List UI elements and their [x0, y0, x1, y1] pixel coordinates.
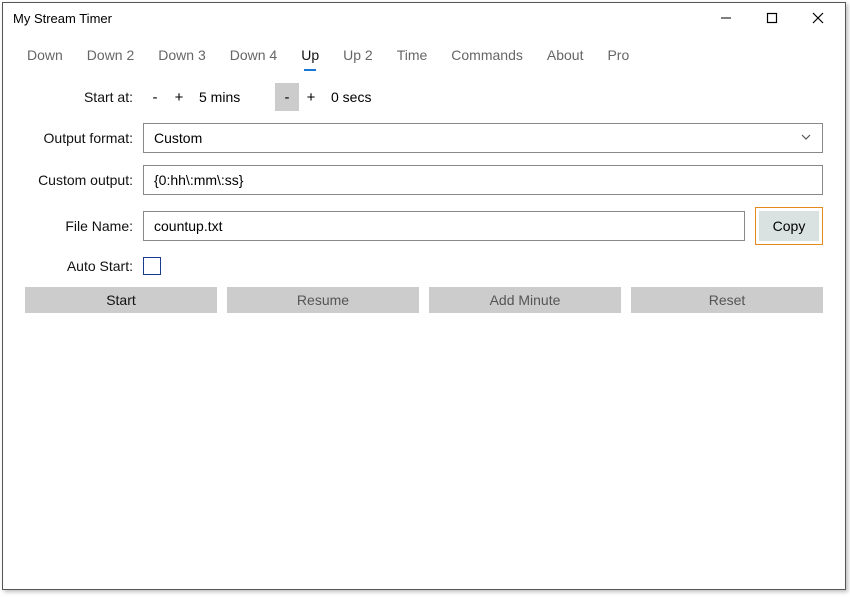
- file-name-row: File Name: Copy: [25, 207, 823, 245]
- maximize-button[interactable]: [749, 3, 795, 33]
- start-button[interactable]: Start: [25, 287, 217, 313]
- tab-up-2[interactable]: Up 2: [331, 39, 385, 73]
- reset-button[interactable]: Reset: [631, 287, 823, 313]
- resume-button[interactable]: Resume: [227, 287, 419, 313]
- tab-time[interactable]: Time: [385, 39, 440, 73]
- chevron-down-icon: [800, 130, 812, 146]
- mins-value: 5 mins: [191, 89, 261, 105]
- add-minute-button[interactable]: Add Minute: [429, 287, 621, 313]
- tab-down-4[interactable]: Down 4: [218, 39, 289, 73]
- start-at-label: Start at:: [25, 89, 143, 105]
- minimize-button[interactable]: [703, 3, 749, 33]
- action-row: Start Resume Add Minute Reset: [25, 287, 823, 313]
- copy-button[interactable]: Copy: [759, 211, 819, 241]
- auto-start-label: Auto Start:: [25, 258, 143, 274]
- custom-output-input[interactable]: [143, 165, 823, 195]
- copy-highlight: Copy: [755, 207, 823, 245]
- tab-pro[interactable]: Pro: [595, 39, 641, 73]
- custom-output-row: Custom output:: [25, 165, 823, 195]
- titlebar: My Stream Timer: [3, 3, 845, 33]
- window-title: My Stream Timer: [13, 11, 703, 26]
- file-name-input[interactable]: [143, 211, 745, 241]
- secs-value: 0 secs: [323, 89, 393, 105]
- tab-down-2[interactable]: Down 2: [75, 39, 146, 73]
- mins-plus-button[interactable]: +: [167, 83, 191, 111]
- close-button[interactable]: [795, 3, 841, 33]
- output-format-row: Output format: Custom: [25, 123, 823, 153]
- output-format-select[interactable]: Custom: [143, 123, 823, 153]
- tab-content: Start at: - + 5 mins - + 0 secs Output f…: [3, 73, 845, 323]
- output-format-value: Custom: [154, 130, 202, 146]
- auto-start-row: Auto Start:: [25, 257, 823, 275]
- secs-minus-button[interactable]: -: [275, 83, 299, 111]
- file-name-label: File Name:: [25, 218, 143, 234]
- tab-down[interactable]: Down: [15, 39, 75, 73]
- start-at-row: Start at: - + 5 mins - + 0 secs: [25, 83, 823, 111]
- tab-bar: Down Down 2 Down 3 Down 4 Up Up 2 Time C…: [3, 33, 845, 73]
- custom-output-label: Custom output:: [25, 172, 143, 188]
- secs-plus-button[interactable]: +: [299, 83, 323, 111]
- output-format-label: Output format:: [25, 130, 143, 146]
- app-window: My Stream Timer Down Down 2 Down 3 Down …: [2, 2, 846, 590]
- tab-up[interactable]: Up: [289, 39, 331, 73]
- tab-down-3[interactable]: Down 3: [146, 39, 217, 73]
- mins-minus-button[interactable]: -: [143, 83, 167, 111]
- tab-commands[interactable]: Commands: [439, 39, 535, 73]
- auto-start-checkbox[interactable]: [143, 257, 161, 275]
- tab-about[interactable]: About: [535, 39, 596, 73]
